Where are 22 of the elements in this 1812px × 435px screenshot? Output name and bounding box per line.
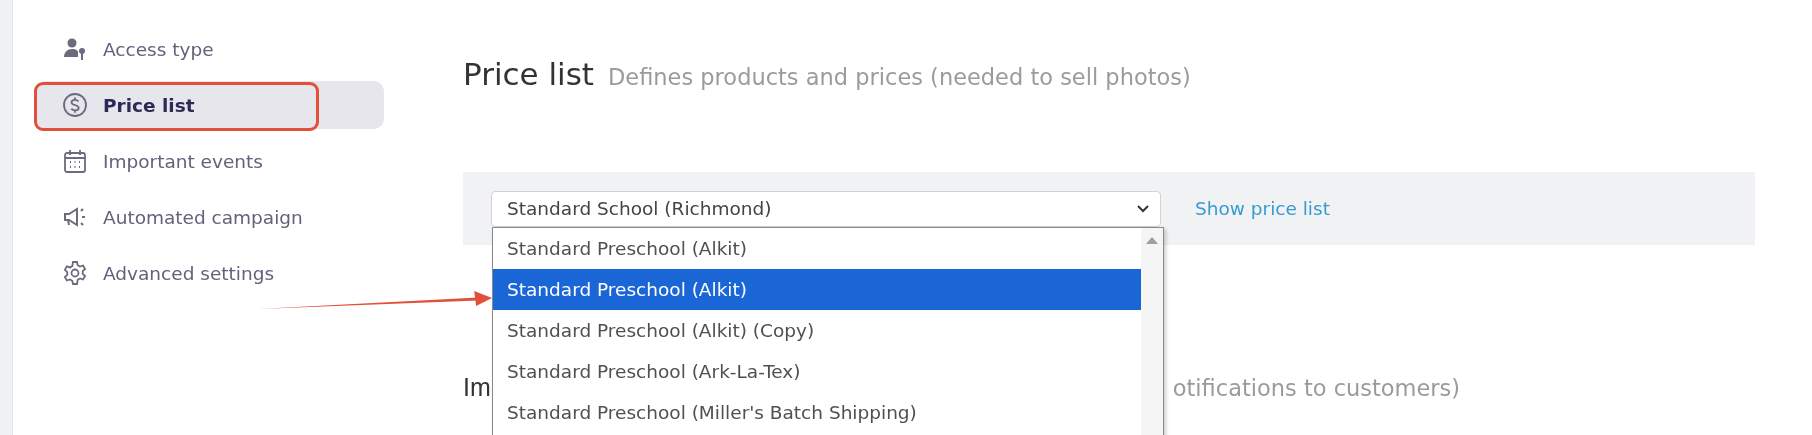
dropdown-option[interactable]: Standard Preschool (Ark-La-Tex) [493, 351, 1141, 392]
chevron-down-icon [1136, 203, 1150, 214]
person-key-icon [62, 36, 88, 62]
dropdown-option[interactable]: Standard Preschool (Alkit) [493, 269, 1141, 310]
calendar-icon [62, 148, 88, 174]
scroll-up-icon[interactable] [1145, 236, 1159, 245]
sidebar-item[interactable]: Important events [36, 137, 384, 185]
section-title: Im [463, 373, 491, 402]
gear-icon [62, 260, 88, 286]
dollar-circle-icon [62, 92, 88, 118]
dropdown-option[interactable]: Standard Preschool (Alkit) [493, 228, 1141, 269]
sidebar-item[interactable]: Access type [36, 25, 384, 73]
section-title: Price list [463, 56, 594, 92]
section-subtitle: otifications to customers) [1172, 375, 1461, 401]
section-subtitle: Defines products and prices (needed to sell photos) [608, 64, 1191, 90]
sidebar-item[interactable]: Price list [36, 81, 384, 129]
price-list-select[interactable]: Standard School (Richmond) [491, 190, 1161, 227]
sidebar-item[interactable]: Automated campaign [36, 193, 384, 241]
dropdown-option[interactable]: Standard Preschool (Alkit) (Copy) [493, 310, 1141, 351]
sidebar-item[interactable]: Advanced settings [36, 249, 384, 297]
scrollbar[interactable] [1141, 228, 1163, 435]
dropdown-option[interactable]: Standard Preschool (Miller's Batch Shipping) [493, 392, 1141, 433]
